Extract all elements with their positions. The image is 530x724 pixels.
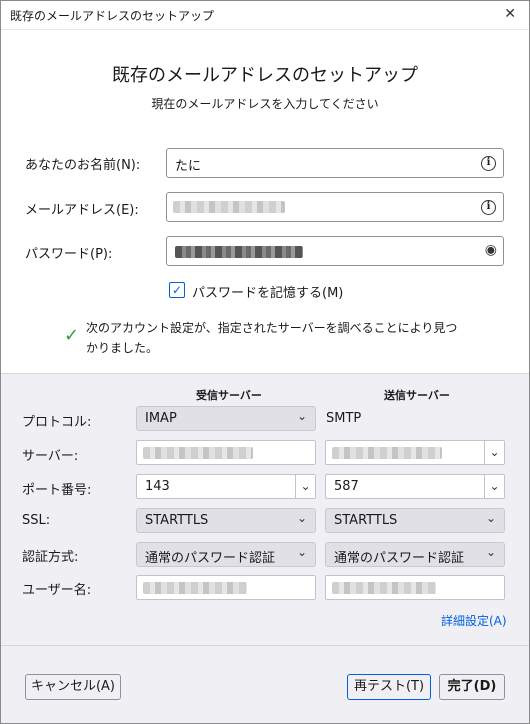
username-label: ユーザー名: xyxy=(22,583,92,598)
window-title: 既存のメールアドレスのセットアップ xyxy=(10,9,215,23)
close-icon[interactable]: ✕ xyxy=(504,6,516,22)
outgoing-ssl-select[interactable]: STARTTLS ⌄ xyxy=(325,508,505,533)
outgoing-username-input[interactable] xyxy=(325,575,505,600)
advanced-settings-link[interactable]: 詳細設定(A) xyxy=(441,612,507,629)
incoming-protocol-value: IMAP xyxy=(145,411,177,426)
chevron-down-icon: ⌄ xyxy=(485,511,496,525)
outgoing-username-redacted xyxy=(332,582,436,594)
title-bar: 既存のメールアドレスのセットアップ ✕ xyxy=(0,0,530,30)
remember-password-checkbox[interactable]: ✓ xyxy=(169,282,185,298)
outgoing-port-value: 587 xyxy=(334,479,359,494)
incoming-server-redacted xyxy=(143,447,253,459)
ssl-label: SSL: xyxy=(22,513,51,528)
name-value: たに xyxy=(175,159,202,174)
eye-slash-icon[interactable]: ◉ xyxy=(485,242,497,258)
incoming-protocol-select[interactable]: IMAP ⌄ xyxy=(136,406,316,431)
auth-label: 認証方式: xyxy=(22,550,79,565)
incoming-port-value: 143 xyxy=(145,479,170,494)
remember-password-label[interactable]: パスワードを記憶する(M) xyxy=(192,282,343,301)
password-field[interactable]: ◉ xyxy=(166,236,504,266)
password-mask xyxy=(175,246,303,258)
incoming-ssl-value: STARTTLS xyxy=(145,513,209,528)
incoming-auth-select[interactable]: 通常のパスワード認証 ⌄ xyxy=(136,542,316,567)
checkmark-icon: ✓ xyxy=(64,325,80,346)
incoming-port-input[interactable]: 143 ⌄ xyxy=(136,474,316,499)
server-label: サーバー: xyxy=(22,449,79,464)
outgoing-auth-select[interactable]: 通常のパスワード認証 ⌄ xyxy=(325,542,505,567)
info-icon[interactable]: i xyxy=(481,200,496,215)
password-label: パスワード(P): xyxy=(25,247,113,262)
outgoing-auth-value: 通常のパスワード認証 xyxy=(334,551,465,566)
found-message: 次のアカウント設定が、指定されたサーバーを調べることにより見つかりました。 xyxy=(86,321,458,355)
chevron-down-icon: ⌄ xyxy=(296,409,307,423)
protocol-label: プロトコル: xyxy=(22,415,92,430)
chevron-down-icon[interactable]: ⌄ xyxy=(484,475,504,498)
email-value-redacted xyxy=(173,201,285,213)
chevron-down-icon[interactable]: ⌄ xyxy=(295,475,315,498)
port-label: ポート番号: xyxy=(22,483,92,498)
cancel-button[interactable]: キャンセル(A) xyxy=(25,674,121,700)
chevron-down-icon: ⌄ xyxy=(485,545,496,559)
done-button[interactable]: 完了(D) xyxy=(439,674,505,700)
incoming-username-input[interactable] xyxy=(136,575,316,600)
incoming-ssl-select[interactable]: STARTTLS ⌄ xyxy=(136,508,316,533)
name-field[interactable]: たに i xyxy=(166,148,504,178)
email-label: メールアドレス(E): xyxy=(25,203,139,218)
incoming-auth-value: 通常のパスワード認証 xyxy=(145,551,276,566)
incoming-username-redacted xyxy=(143,582,247,594)
retest-button[interactable]: 再テスト(T) xyxy=(347,674,431,700)
chevron-down-icon: ⌄ xyxy=(296,545,307,559)
outgoing-server-input[interactable]: ⌄ xyxy=(325,440,505,465)
outgoing-port-input[interactable]: 587 ⌄ xyxy=(325,474,505,499)
outgoing-protocol-value: SMTP xyxy=(326,411,362,426)
outgoing-server-redacted xyxy=(332,447,442,459)
page-subtitle: 現在のメールアドレスを入力してください xyxy=(151,97,379,111)
outgoing-server-header: 送信サーバー xyxy=(384,389,450,402)
footer-divider xyxy=(0,645,530,646)
name-label: あなたのお名前(N): xyxy=(25,158,141,173)
chevron-down-icon: ⌄ xyxy=(296,511,307,525)
incoming-server-header: 受信サーバー xyxy=(196,389,262,402)
outgoing-ssl-value: STARTTLS xyxy=(334,513,398,528)
info-icon[interactable]: i xyxy=(481,156,496,171)
email-field[interactable]: i xyxy=(166,192,504,222)
chevron-down-icon[interactable]: ⌄ xyxy=(484,441,504,464)
incoming-server-input[interactable] xyxy=(136,440,316,465)
page-title: 既存のメールアドレスのセットアップ xyxy=(112,65,418,86)
